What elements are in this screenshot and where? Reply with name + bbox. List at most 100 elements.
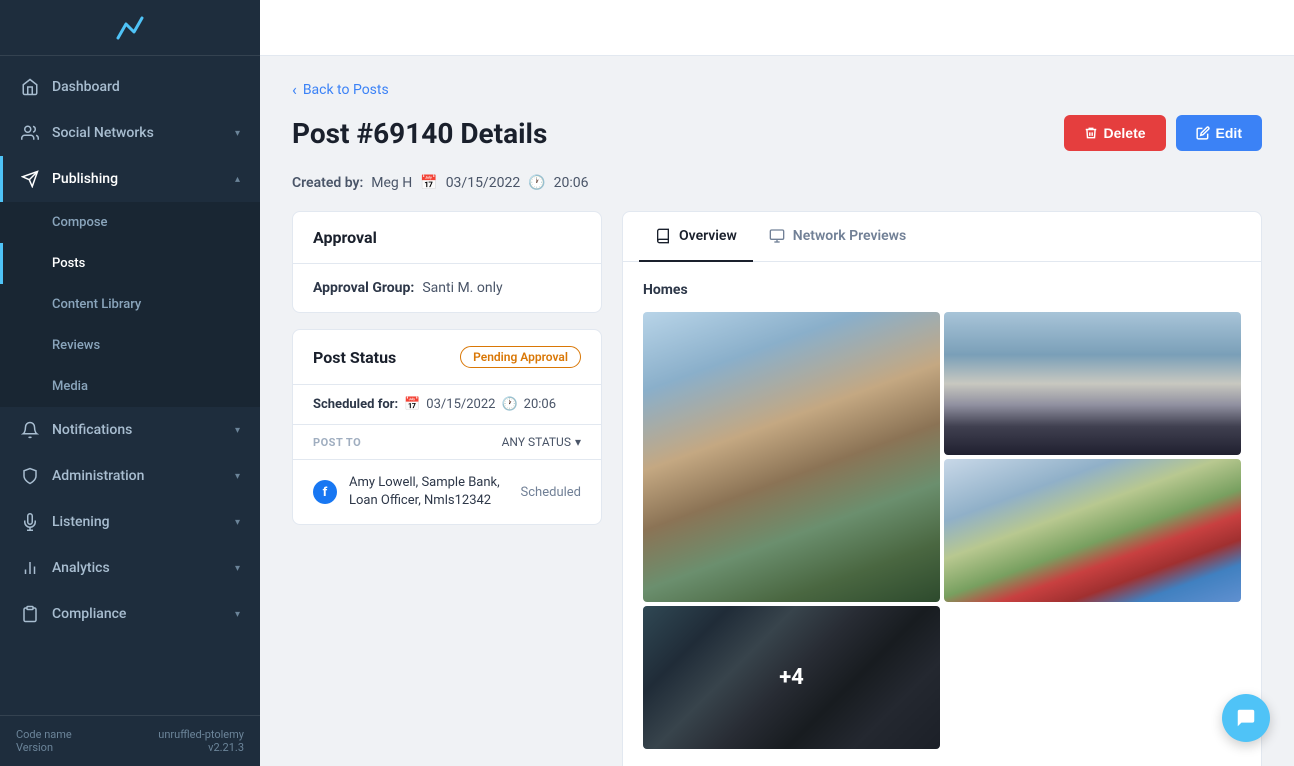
chevron-down-icon: ▾ [235, 425, 240, 436]
media-label: Media [52, 379, 240, 394]
back-to-posts-link[interactable]: ‹ Back to Posts [292, 80, 1262, 99]
bell-icon [20, 420, 40, 440]
posts-label: Posts [52, 256, 240, 271]
calendar-icon-2: 📅 [404, 397, 420, 412]
scheduled-date: 03/15/2022 [426, 397, 495, 412]
dropdown-chevron-icon: ▾ [575, 435, 581, 449]
publishing-sub-menu: Compose Posts Content Library Reviews Me… [0, 202, 260, 407]
tab-overview[interactable]: Overview [639, 212, 753, 262]
back-link-label: Back to Posts [303, 82, 389, 98]
sidebar-item-compose[interactable]: Compose [0, 202, 260, 243]
monitor-icon [769, 228, 785, 244]
clock-icon: 🕐 [528, 175, 545, 191]
tabs-header: Overview Network Previews [623, 212, 1261, 262]
edit-icon [1196, 126, 1210, 140]
thumb-image-3: +4 [643, 606, 940, 749]
calendar-icon: 📅 [420, 175, 437, 191]
left-panel: Approval Approval Group: Santi M. only P… [292, 211, 602, 766]
sidebar-item-analytics-label: Analytics [52, 560, 235, 576]
created-time: 20:06 [554, 175, 589, 191]
chevron-left-icon: ‹ [292, 80, 297, 99]
account-name: Amy Lowell, Sample Bank, Loan Officer, N… [349, 474, 509, 510]
approval-card-header: Approval [293, 212, 601, 264]
tabs-card: Overview Network Previews Homes [622, 211, 1262, 766]
post-to-header: POST TO ANY STATUS ▾ [293, 425, 601, 460]
page-title: Post #69140 Details [292, 117, 547, 150]
sidebar-item-compliance[interactable]: Compliance ▾ [0, 591, 260, 637]
users-icon [20, 123, 40, 143]
trash-icon [1084, 126, 1098, 140]
chevron-down-icon: ▾ [235, 563, 240, 574]
tab-overview-label: Overview [679, 228, 737, 244]
thumb-image-2 [944, 459, 1241, 602]
scheduled-row: Scheduled for: 📅 03/15/2022 🕐 20:06 [293, 385, 601, 425]
sidebar-item-publishing[interactable]: Publishing ▴ [0, 156, 260, 202]
page-content: ‹ Back to Posts Post #69140 Details Dele… [260, 56, 1294, 766]
chat-icon [1235, 707, 1257, 729]
tab-network-previews[interactable]: Network Previews [753, 212, 922, 262]
bar-chart-icon [20, 558, 40, 578]
homes-label: Homes [643, 282, 1241, 298]
main-header [260, 0, 1294, 56]
created-date: 03/15/2022 [446, 175, 521, 191]
right-panel: Overview Network Previews Homes [622, 211, 1262, 766]
any-status-select[interactable]: ANY STATUS ▾ [502, 435, 581, 449]
status-badge: Pending Approval [460, 346, 581, 368]
sidebar-item-media[interactable]: Media [0, 366, 260, 407]
sidebar-item-dashboard-label: Dashboard [52, 79, 240, 95]
sidebar-item-administration[interactable]: Administration ▾ [0, 453, 260, 499]
send-icon [20, 169, 40, 189]
facebook-icon: f [313, 480, 337, 504]
page-header: Post #69140 Details Delete Edit [292, 115, 1262, 151]
logo [0, 0, 260, 56]
chevron-down-icon: ▾ [235, 517, 240, 528]
created-by-label: Created by: [292, 175, 363, 191]
sidebar-item-listening[interactable]: Listening ▾ [0, 499, 260, 545]
delete-button[interactable]: Delete [1064, 115, 1166, 151]
images-grid: +4 [643, 312, 1241, 749]
book-icon [655, 228, 671, 244]
chevron-down-icon: ▾ [235, 609, 240, 620]
more-images-overlay: +4 [643, 606, 940, 749]
chevron-down-icon: ▾ [235, 128, 240, 139]
app-logo-icon [112, 10, 148, 46]
sidebar: Dashboard Social Networks ▾ Publishing ▴ [0, 0, 260, 766]
sidebar-item-notifications-label: Notifications [52, 422, 235, 438]
sidebar-item-publishing-label: Publishing [52, 171, 235, 187]
account-status: Scheduled [521, 485, 581, 500]
mic-icon [20, 512, 40, 532]
clock-icon-2: 🕐 [501, 397, 517, 412]
sidebar-item-reviews[interactable]: Reviews [0, 325, 260, 366]
sidebar-item-analytics[interactable]: Analytics ▾ [0, 545, 260, 591]
sidebar-item-dashboard[interactable]: Dashboard [0, 64, 260, 110]
content-library-label: Content Library [52, 297, 240, 312]
tab-network-previews-label: Network Previews [793, 228, 906, 244]
sidebar-item-listening-label: Listening [52, 514, 235, 530]
chevron-up-icon: ▴ [235, 174, 240, 185]
sidebar-nav: Dashboard Social Networks ▾ Publishing ▴ [0, 56, 260, 715]
main-image [643, 312, 940, 602]
thumb-image-1 [944, 312, 1241, 455]
sidebar-item-content-library[interactable]: Content Library [0, 284, 260, 325]
sidebar-item-social-networks[interactable]: Social Networks ▾ [0, 110, 260, 156]
approval-group-row: Approval Group: Santi M. only [313, 280, 581, 296]
approval-card: Approval Approval Group: Santi M. only [292, 211, 602, 313]
chevron-down-icon: ▾ [235, 471, 240, 482]
edit-button[interactable]: Edit [1176, 115, 1262, 151]
code-name-value: unruffled-ptolemy [158, 728, 244, 741]
code-name-label: Code name [16, 728, 72, 741]
sidebar-item-compliance-label: Compliance [52, 606, 235, 622]
clipboard-icon [20, 604, 40, 624]
chat-bubble-button[interactable] [1222, 694, 1270, 742]
account-row: f Amy Lowell, Sample Bank, Loan Officer,… [293, 460, 601, 524]
sidebar-item-posts[interactable]: Posts [0, 243, 260, 284]
content-grid: Approval Approval Group: Santi M. only P… [292, 211, 1262, 766]
scheduled-label: Scheduled for: [313, 397, 398, 412]
tab-overview-content: Homes +4 Notes: [623, 262, 1261, 766]
sidebar-item-notifications[interactable]: Notifications ▾ [0, 407, 260, 453]
scheduled-time: 20:06 [524, 397, 556, 412]
version-label: Version [16, 741, 53, 754]
post-status-header: Post Status Pending Approval [293, 330, 601, 385]
reviews-label: Reviews [52, 338, 240, 353]
created-by-name: Meg H [371, 175, 412, 191]
